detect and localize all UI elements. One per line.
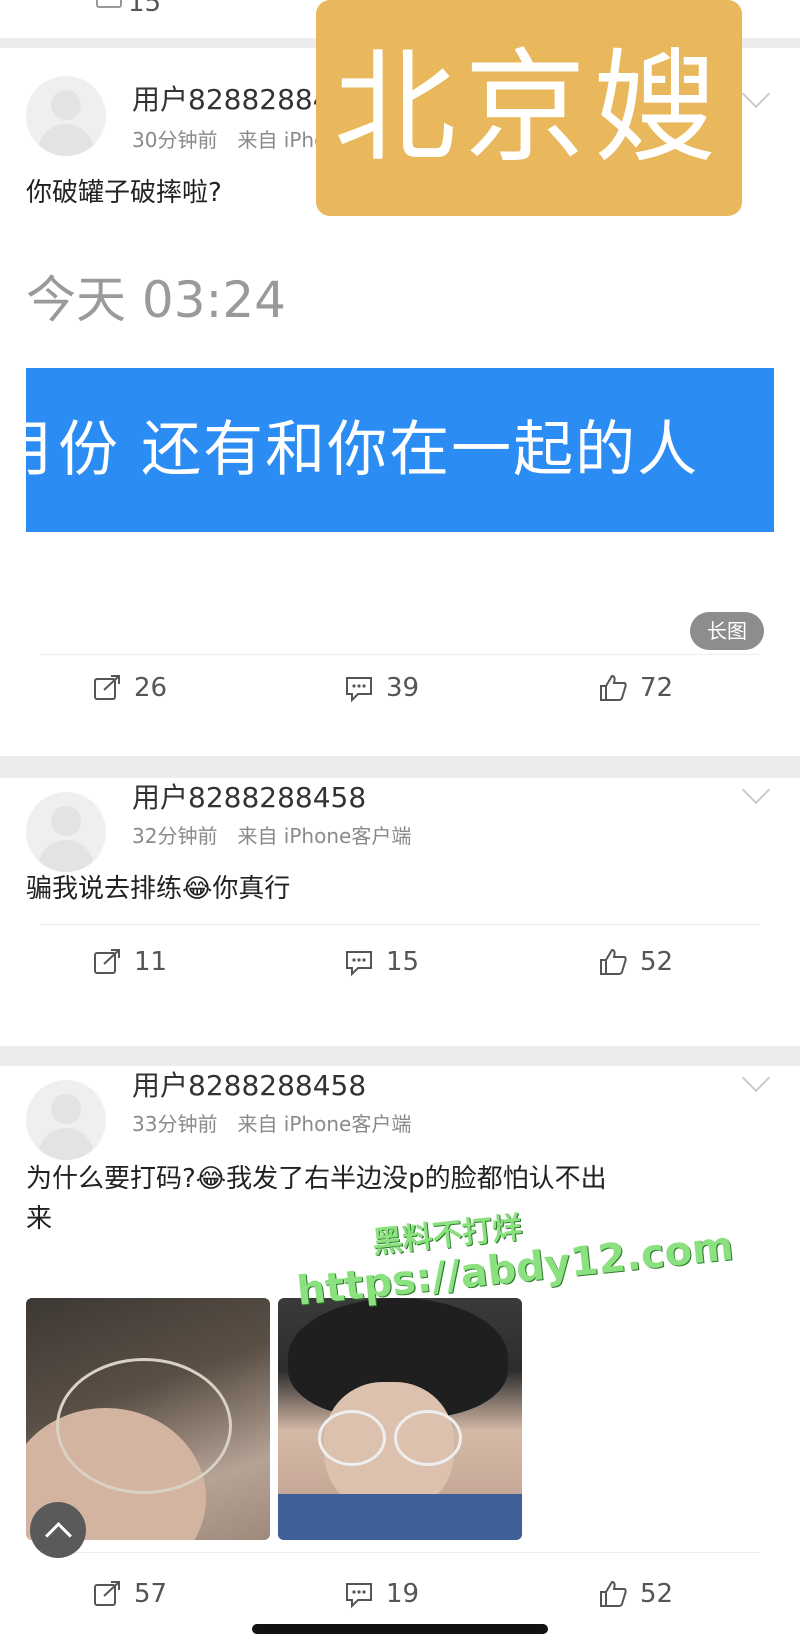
username[interactable]: 用户8288288458 [132,776,366,816]
repost-count: 15 [128,0,162,18]
post-text: 你破罐子破摔啦? [26,178,222,208]
thumbs-up-icon [600,674,627,701]
chevron-up-icon [45,1522,72,1549]
repost-count: 11 [134,947,168,977]
like-button[interactable]: 72 [598,668,673,708]
post-time: 33分钟前 [132,1112,218,1136]
chevron-down-icon[interactable] [741,775,771,805]
post-text-line-2: 来 [26,1204,53,1234]
divider [40,654,760,655]
username[interactable]: 用户8288288458 [132,1064,366,1104]
comment-icon [346,1583,372,1609]
post-photos [26,1298,526,1540]
thumbs-up-icon [600,1580,627,1607]
avatar[interactable] [26,76,106,156]
comment-count: 39 [386,673,420,703]
repost-icon [94,1581,120,1606]
like-count: 52 [640,947,674,977]
post-source: 来自 iPhone客户端 [237,1112,412,1136]
overlay-badge: 北京嫂 [316,0,742,216]
post-time: 32分钟前 [132,824,218,848]
thumbs-up-icon [600,948,627,975]
chevron-down-icon[interactable] [741,1063,771,1093]
image-banner-text: 月份 还有和你在一起的人 [26,415,700,485]
repost-count: 26 [134,673,168,703]
post-source: 来自 iPhone客户端 [237,824,412,848]
comment-icon [346,951,372,977]
post-meta: 33分钟前 来自 iPhone客户端 [132,1108,411,1137]
post-image-banner[interactable]: 月份 还有和你在一起的人 [26,368,774,532]
post-time: 30分钟前 [132,128,218,152]
scroll-to-top-button[interactable] [30,1502,86,1558]
comment-icon [346,677,372,703]
action-bar: 11 15 52 [0,942,800,982]
like-button[interactable]: 52 [598,942,673,982]
like-button[interactable]: 52 [598,1574,673,1614]
post-text-line-1: 为什么要打码?😂我发了右半边没p的脸都怕认不出 [26,1164,607,1194]
repost-icon [94,949,120,974]
repost-button[interactable]: 57 [92,1574,167,1614]
comment-button[interactable]: 19 [344,1574,419,1614]
divider [40,924,760,925]
image-time-text: 今天 03:24 [26,271,286,329]
divider [40,1552,760,1553]
home-indicator[interactable] [252,1624,548,1634]
post-card: 用户8288288458 33分钟前 来自 iPhone客户端 为什么要打码?😂我… [0,1063,800,1648]
repost-button[interactable]: 26 [92,668,167,708]
post-text: 骗我说去排练😂你真行 [26,874,291,904]
post-meta: 32分钟前 来自 iPhone客户端 [132,820,411,849]
avatar[interactable] [26,792,106,872]
post-card: 用户8288288458 32分钟前 来自 iPhone客户端 骗我说去排练😂你真… [0,775,800,1046]
repost-icon[interactable] [96,0,122,8]
comment-button[interactable]: 15 [344,942,419,982]
comment-button[interactable]: 39 [344,668,419,708]
post-card: 用户8288288458 30分钟前来自 iPhone客户端 北京嫂 你破罐子破… [0,0,800,756]
repost-count: 57 [134,1579,168,1609]
post-photo[interactable] [278,1298,522,1540]
like-count: 72 [640,673,674,703]
action-bar: 26 39 72 [0,668,800,708]
chevron-down-icon[interactable] [741,79,771,109]
avatar[interactable] [26,1080,106,1160]
comment-count: 19 [386,1579,420,1609]
repost-button[interactable]: 11 [92,942,167,982]
like-count: 52 [640,1579,674,1609]
long-image-tag: 长图 [690,612,764,650]
repost-icon [94,675,120,700]
comment-count: 15 [386,947,420,977]
action-bar: 57 19 52 [0,1574,800,1614]
